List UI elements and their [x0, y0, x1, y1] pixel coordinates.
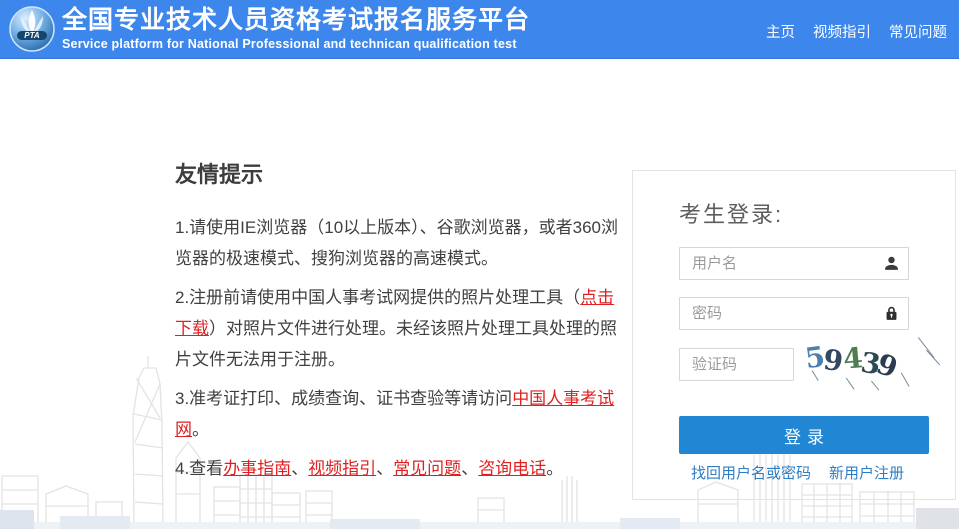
header: PTA 全国专业技术人员资格考试报名服务平台 Service platform …	[0, 0, 959, 59]
captcha-digit-1: 9	[822, 345, 845, 377]
nav-video-guide-link[interactable]: 视频指引	[813, 21, 871, 42]
captcha-noise	[926, 350, 940, 366]
captcha-noise	[845, 378, 854, 390]
pta-logo-icon: PTA	[8, 5, 56, 53]
tip-resources: 4.查看办事指南、视频指引、常见问题、咨询电话。	[175, 453, 621, 484]
tip-photo-tool: 2.注册前请使用中国人事考试网提供的照片处理工具（点击下载）对照片文件进行处理。…	[175, 282, 621, 375]
forgot-credentials-link[interactable]: 找回用户名或密码	[691, 462, 811, 483]
username-field	[679, 247, 909, 280]
tip-browser-text: 1.请使用IE浏览器（10以上版本）、谷歌浏览器，或者360浏览器的极速模式、搜…	[175, 218, 618, 268]
faq-link[interactable]: 常见问题	[393, 459, 461, 478]
captcha-input[interactable]	[679, 348, 794, 381]
captcha-field	[679, 348, 794, 381]
password-field	[679, 297, 909, 330]
nav-faq-link[interactable]: 常见问题	[889, 21, 947, 42]
login-title: 考生登录:	[679, 197, 783, 229]
login-links: 找回用户名或密码 新用户注册	[633, 462, 955, 482]
captcha-noise	[900, 372, 909, 387]
login-panel: 考生登录: 59439	[632, 170, 956, 500]
captcha-noise	[871, 381, 880, 391]
tips-section: 友情提示 1.请使用IE浏览器（10以上版本）、谷歌浏览器，或者360浏览器的极…	[175, 160, 621, 492]
new-user-register-link[interactable]: 新用户注册	[829, 462, 904, 483]
hotline-link[interactable]: 咨询电话	[478, 459, 546, 478]
tip-cpta-site: 3.准考证打印、成绩查询、证书查验等请访问中国人事考试网。	[175, 383, 621, 445]
logo-text: PTA	[24, 31, 40, 40]
login-button[interactable]: 登录	[679, 416, 929, 454]
lock-icon	[883, 305, 900, 322]
page: PTA 全国专业技术人员资格考试报名服务平台 Service platform …	[0, 0, 959, 529]
username-input[interactable]	[679, 247, 909, 280]
header-titles: 全国专业技术人员资格考试报名服务平台 Service platform for …	[62, 6, 530, 51]
site-subtitle: Service platform for National Profession…	[62, 37, 530, 51]
user-icon	[883, 255, 900, 272]
site-title: 全国专业技术人员资格考试报名服务平台	[62, 6, 530, 34]
video-guide-link[interactable]: 视频指引	[308, 459, 376, 478]
service-guide-link[interactable]: 办事指南	[223, 459, 291, 478]
captcha-image[interactable]: 59439	[805, 341, 947, 389]
tips-heading: 友情提示	[175, 160, 621, 190]
password-input[interactable]	[679, 297, 909, 330]
nav-home-link[interactable]: 主页	[766, 21, 795, 42]
header-nav: 主页 视频指引 常见问题	[766, 21, 947, 42]
tip-browser: 1.请使用IE浏览器（10以上版本）、谷歌浏览器，或者360浏览器的极速模式、搜…	[175, 212, 621, 274]
